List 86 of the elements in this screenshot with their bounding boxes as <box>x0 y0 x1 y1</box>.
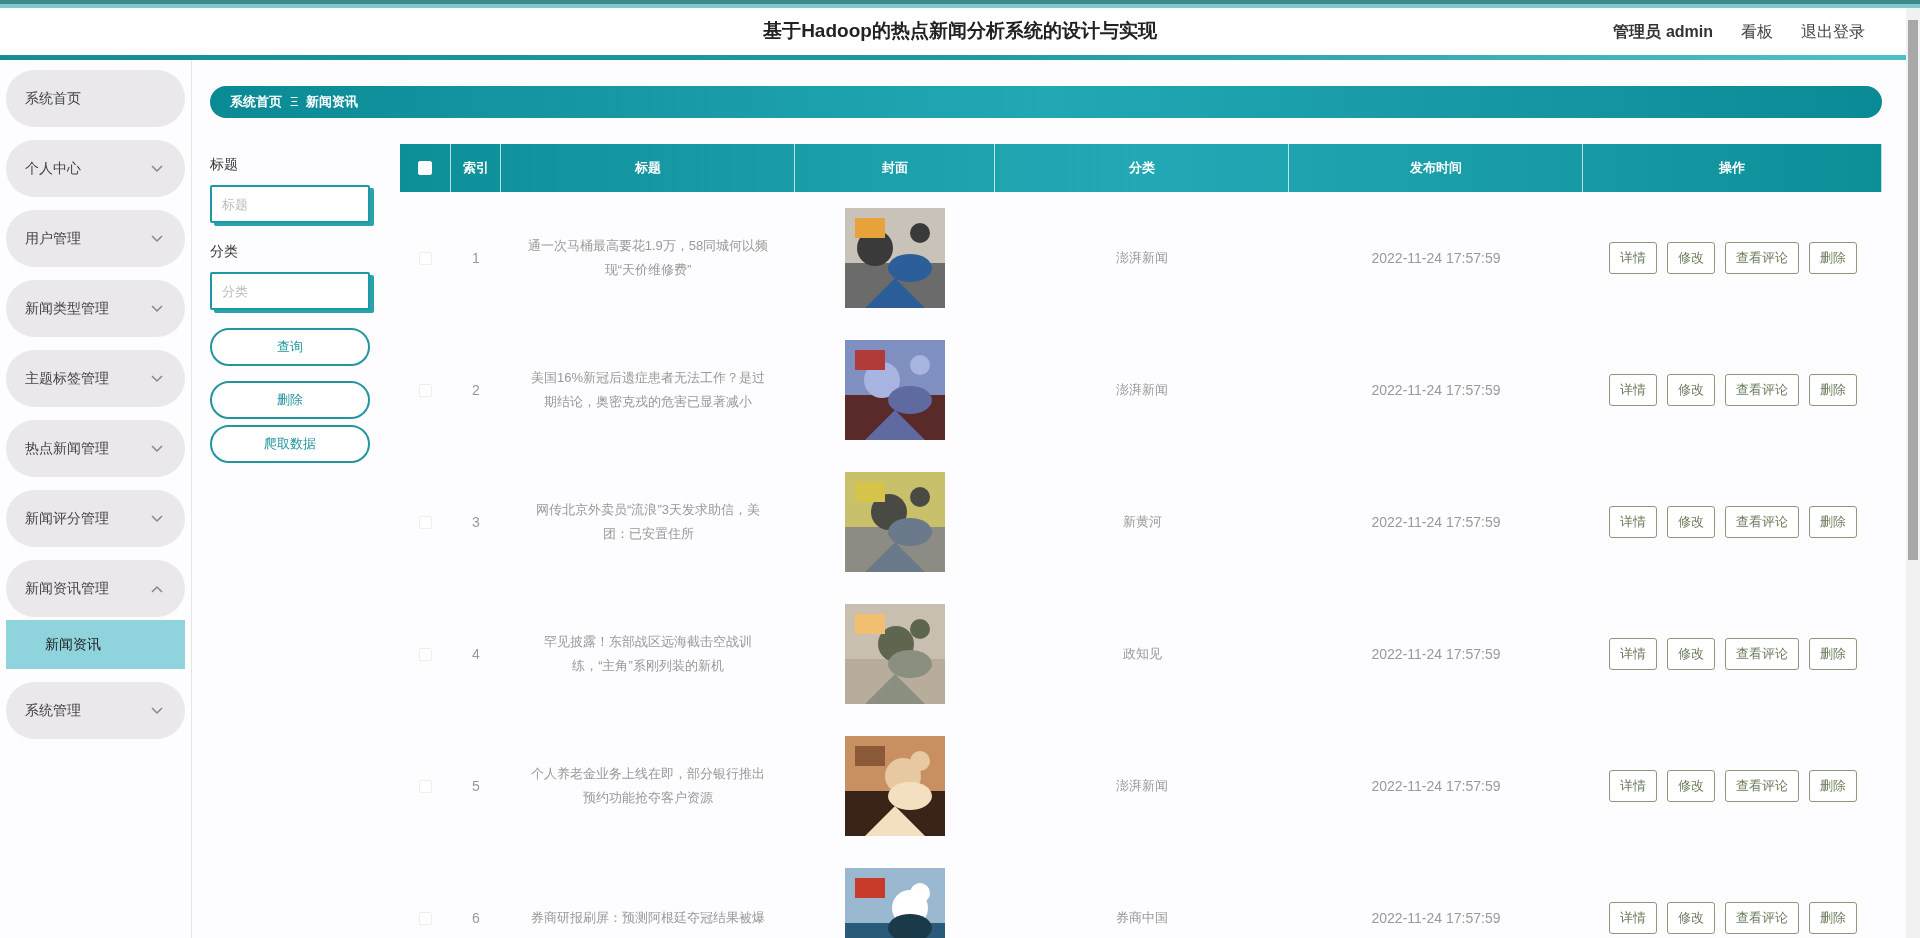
index-cell-text: 5 <box>472 776 480 796</box>
row-action-button[interactable]: 修改 <box>1666 242 1715 275</box>
chevron-down-icon <box>151 374 163 383</box>
column-header: 索引 <box>451 144 501 193</box>
sidebar-item[interactable]: 个人中心 <box>6 140 185 197</box>
title-cell-text: 券商研报刷屏：预测阿根廷夺冠结果被爆 <box>531 909 765 928</box>
sidebar-item[interactable]: 新闻评分管理 <box>6 490 185 547</box>
row-action-button[interactable]: 查看评论 <box>1724 638 1799 671</box>
title-cell-text: 个人养老金业务上线在即，部分银行推出预约功能抢夺客户资源 <box>530 765 766 808</box>
title-cell-text: 罕见披露！东部战区远海截击空战训练，“主角”系刚列装的新机 <box>543 633 753 676</box>
sidebar-subitem[interactable]: 新闻资讯 <box>6 620 185 669</box>
row-action-button[interactable]: 修改 <box>1666 770 1715 803</box>
action-button[interactable]: 查询 <box>210 328 370 367</box>
time-cell-text: 2022-11-24 17:57:59 <box>1371 908 1501 928</box>
index-cell-text: 3 <box>472 512 480 532</box>
row-action-button[interactable]: 修改 <box>1666 638 1715 671</box>
sidebar-item[interactable]: 系统管理 <box>6 682 185 739</box>
sidebar-item[interactable]: 系统首页 <box>6 70 185 127</box>
row-action-button[interactable]: 删除 <box>1808 242 1857 275</box>
sidebar-item[interactable]: 新闻资讯管理 <box>6 560 185 617</box>
row-action-button[interactable]: 查看评论 <box>1724 374 1799 407</box>
row-action-button[interactable]: 删除 <box>1808 770 1857 803</box>
row-action-button[interactable]: 查看评论 <box>1724 902 1799 935</box>
column-header: 分类 <box>995 144 1289 193</box>
row-action-button[interactable]: 详情 <box>1608 242 1657 275</box>
sidebar-item[interactable]: 主题标签管理 <box>6 350 185 407</box>
row-action-button[interactable]: 详情 <box>1608 506 1657 539</box>
row-action-button[interactable]: 详情 <box>1608 770 1657 803</box>
index-cell-text: 4 <box>472 644 480 664</box>
column-header: 封面 <box>795 144 995 193</box>
column-header: 发布时间 <box>1289 144 1583 193</box>
filter-field[interactable]: 分类 <box>210 272 370 311</box>
index-cell-text: 2 <box>472 380 480 400</box>
sidebar-item[interactable]: 热点新闻管理 <box>6 420 185 477</box>
title-cell-text: 美国16%新冠后遗症患者无法工作？是过期结论，奥密克戎的危害已显著减小 <box>530 369 766 412</box>
column-header: 操作 <box>1583 144 1882 193</box>
index-cell-text: 6 <box>472 908 480 928</box>
time-cell-text: 2022-11-24 17:57:59 <box>1371 248 1501 268</box>
row-action-button[interactable]: 修改 <box>1666 374 1715 407</box>
chevron-down-icon <box>151 304 163 313</box>
category-cell-text: 新黄河 <box>1122 513 1162 532</box>
time-cell-text: 2022-11-24 17:57:59 <box>1371 644 1501 664</box>
row-action-button[interactable]: 详情 <box>1608 374 1657 407</box>
filter-label: 分类 <box>210 242 239 262</box>
time-cell-text: 2022-11-24 17:57:59 <box>1371 512 1501 532</box>
row-action-button[interactable]: 查看评论 <box>1724 770 1799 803</box>
header-link[interactable]: 退出登录 <box>1801 19 1865 44</box>
index-cell-text: 1 <box>472 248 480 268</box>
row-action-button[interactable]: 查看评论 <box>1724 242 1799 275</box>
header-link[interactable]: 看板 <box>1741 19 1773 44</box>
filter-label: 标题 <box>210 155 239 175</box>
row-action-button[interactable]: 删除 <box>1808 638 1857 671</box>
breadcrumb-separator: Ξ <box>290 93 299 112</box>
title-cell-text: 网传北京外卖员“流浪”3天发求助信，美团：已安置住所 <box>535 501 761 544</box>
time-cell-text: 2022-11-24 17:57:59 <box>1371 776 1501 796</box>
row-action-button[interactable]: 修改 <box>1666 902 1715 935</box>
time-cell-text: 2022-11-24 17:57:59 <box>1371 380 1501 400</box>
action-button[interactable]: 爬取数据 <box>210 425 370 464</box>
row-action-button[interactable]: 删除 <box>1808 506 1857 539</box>
sidebar-item[interactable]: 用户管理 <box>6 210 185 267</box>
row-action-button[interactable]: 详情 <box>1608 902 1657 935</box>
column-header: 标题 <box>501 144 795 193</box>
row-action-button[interactable]: 详情 <box>1608 638 1657 671</box>
user-label: 管理员 admin <box>1613 21 1713 42</box>
chevron-up-icon <box>151 584 163 593</box>
category-cell-text: 澎湃新闻 <box>1116 249 1168 268</box>
category-cell-text: 券商中国 <box>1116 909 1168 928</box>
filter-field[interactable]: 标题 <box>210 185 370 224</box>
row-action-button[interactable]: 删除 <box>1808 902 1857 935</box>
chevron-down-icon <box>151 706 163 715</box>
chevron-down-icon <box>151 444 163 453</box>
page-title: 基于Hadoop的热点新闻分析系统的设计与实现 <box>763 19 1157 44</box>
action-button[interactable]: 删除 <box>210 381 370 420</box>
sidebar-item[interactable]: 新闻类型管理 <box>6 280 185 337</box>
row-action-button[interactable]: 修改 <box>1666 506 1715 539</box>
breadcrumb-current: 新闻资讯 <box>306 93 359 112</box>
category-cell-text: 澎湃新闻 <box>1116 381 1168 400</box>
breadcrumb-link[interactable]: 系统首页 <box>230 92 282 112</box>
chevron-down-icon <box>151 234 163 243</box>
select-all-checkbox[interactable] <box>418 161 432 176</box>
chevron-down-icon <box>151 164 163 173</box>
category-cell-text: 澎湃新闻 <box>1116 777 1168 796</box>
chevron-down-icon <box>151 514 163 523</box>
category-cell-text: 政知见 <box>1122 645 1162 664</box>
row-action-button[interactable]: 查看评论 <box>1724 506 1799 539</box>
row-action-button[interactable]: 删除 <box>1808 374 1857 407</box>
